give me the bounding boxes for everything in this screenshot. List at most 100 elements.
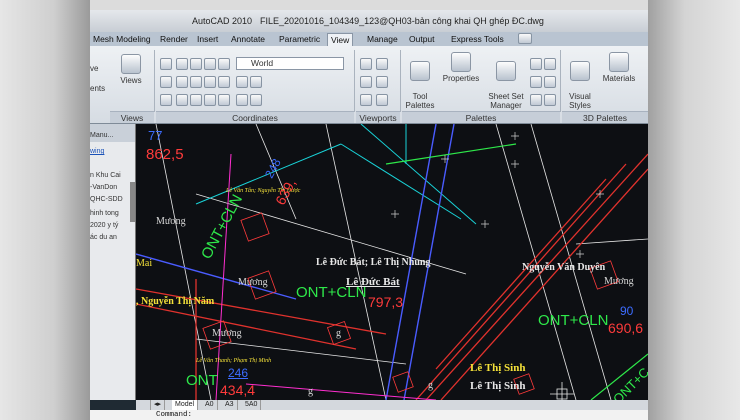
ucs-display-icon[interactable] [250, 94, 262, 106]
label-num-77: 77 [148, 128, 163, 143]
ucs-icon-toggle[interactable] [250, 76, 262, 88]
tab-parametric[interactable]: Parametric [276, 33, 323, 46]
monitor-bezel-top [0, 0, 740, 10]
cyan-line [360, 124, 477, 225]
label-g-3: g [428, 380, 433, 391]
ucs-3point-icon[interactable] [176, 76, 188, 88]
label-area-434: 434,4 [220, 382, 256, 398]
tab-annotate[interactable]: Annotate [228, 33, 268, 46]
land-code-label: ONT+CLN [296, 284, 367, 301]
design-center-icon[interactable] [530, 58, 542, 70]
road-line [136, 303, 357, 350]
ucs-world-select[interactable]: World [236, 57, 344, 70]
external-refs-icon[interactable] [544, 94, 556, 106]
ucs-icon-properties[interactable] [236, 76, 248, 88]
ucs-origin-icon[interactable] [160, 76, 172, 88]
sheet-set-manager-button[interactable]: Sheet Set Manager [486, 52, 526, 110]
layout-tab-a0[interactable]: A0 [202, 400, 218, 410]
owner-label-sinh-2: Lê Thị Sinh [470, 380, 526, 392]
parcel-line [575, 238, 648, 245]
layout-tab-nav-icon[interactable]: ◂▸ [150, 400, 166, 410]
palette-item[interactable]: ác du an [90, 234, 117, 241]
crosshair-cursor [550, 382, 574, 400]
ucs-settings-icon[interactable] [236, 94, 248, 106]
quickcalc-icon[interactable] [544, 76, 556, 88]
command-line-icon[interactable] [530, 94, 542, 106]
ribbon-stub-ve: ve [90, 64, 99, 73]
ucs-face-icon[interactable] [218, 76, 230, 88]
panel-viewports-label: Viewports [356, 111, 400, 123]
ucs-object-icon[interactable] [204, 76, 216, 88]
layout-tab-a3[interactable]: A3 [222, 400, 238, 410]
command-prompt: Command: [156, 411, 193, 419]
palette-item[interactable]: 2020 y tý [90, 222, 118, 229]
tab-output[interactable]: Output [406, 33, 438, 46]
materials-button[interactable]: Materials [598, 52, 640, 83]
viewport-convert-icon[interactable] [360, 94, 372, 106]
tab-manage[interactable]: Manage [364, 33, 401, 46]
tab-insert[interactable]: Insert [194, 33, 221, 46]
panel-views-label: Views [110, 111, 154, 123]
properties-button[interactable]: Properties [440, 52, 482, 83]
building-box [392, 371, 414, 393]
tool-palettes-button[interactable]: Tool Palettes [402, 52, 438, 110]
command-line[interactable]: Command: [90, 410, 648, 420]
ribbon-tabs: Mesh Modeling Render Insert Annotate Par… [90, 32, 648, 46]
ucs-z-icon[interactable] [204, 58, 216, 70]
drawing-canvas[interactable]: 77 862,5 Lê Văn Tân; Nguyễn Thị Được Mươ… [136, 124, 648, 400]
panel-coordinates-label: Coordinates [156, 111, 354, 123]
tab-render[interactable]: Render [157, 33, 191, 46]
palette-link[interactable]: wing [90, 148, 104, 155]
sheet-set-label: Sheet Set Manager [488, 92, 524, 110]
tool-palettes-label: Tool Palettes [405, 92, 435, 110]
viewport-rect-icon[interactable] [376, 94, 388, 106]
label-num-246: 246 [228, 366, 249, 380]
ucs-world-value: World [251, 58, 274, 68]
viewport-clip-icon[interactable] [376, 76, 388, 88]
ucs-prev-icon[interactable] [176, 94, 188, 106]
ribbon-separator [560, 50, 561, 112]
viewport-new-icon[interactable] [376, 58, 388, 70]
monitor-bezel-right [648, 0, 740, 420]
ucs-apply-icon[interactable] [190, 94, 202, 106]
ucs-x-icon[interactable] [176, 58, 188, 70]
layout-tab-5a0[interactable]: 5A0 [242, 400, 262, 410]
land-code-label: ONT+CLN [538, 312, 609, 329]
ucs-world-icon[interactable] [218, 58, 230, 70]
visual-styles-button[interactable]: Visual Styles [562, 52, 598, 110]
ribbon-toggle-icon[interactable] [518, 33, 532, 44]
palette-item[interactable]: hinh tong [90, 210, 119, 217]
left-palette: Manu... wing n Khu Cai -VanDon QHC-SDD h… [90, 124, 136, 400]
markup-icon[interactable] [544, 58, 556, 70]
ucs-named-icon[interactable] [160, 94, 172, 106]
ribbon-separator [400, 50, 401, 112]
palette-item[interactable]: -VanDon [90, 184, 117, 191]
layout-tabs: ◂▸ Model A0 A3 5A0 [136, 400, 648, 410]
dbconnect-icon[interactable] [530, 76, 542, 88]
ucs-y-icon[interactable] [190, 58, 202, 70]
tab-mesh-modeling[interactable]: Mesh Modeling [90, 33, 154, 46]
ucs-rotate-icon[interactable] [204, 94, 216, 106]
viewport-join-icon[interactable] [360, 76, 372, 88]
land-code-label: ONT [186, 372, 218, 389]
road-line [435, 178, 607, 370]
ucs-zaxis-icon[interactable] [218, 94, 230, 106]
magenta-line [245, 383, 437, 400]
palette-item[interactable]: Manu... [90, 132, 113, 139]
label-area-862: 862,5 [146, 146, 184, 163]
app-title: AutoCAD 2010 [192, 16, 253, 26]
ribbon-separator [354, 50, 355, 112]
layout-tab-model[interactable]: Model [172, 400, 199, 410]
viewport-named-icon[interactable] [360, 58, 372, 70]
tab-view[interactable]: View [327, 33, 354, 46]
ucs-icon[interactable] [160, 58, 172, 70]
palette-item[interactable]: n Khu Cai [90, 172, 121, 179]
palette-item[interactable]: QHC-SDD [90, 196, 123, 203]
ucs-view-icon[interactable] [190, 76, 202, 88]
owner-label-small: Lê Văn Thanh; Phạm Thị Minh [196, 358, 272, 364]
views-icon [121, 54, 141, 74]
tab-express-tools[interactable]: Express Tools [448, 33, 507, 46]
blue-line [136, 253, 297, 300]
palette-scrollbar[interactable] [130, 182, 135, 222]
views-button[interactable]: Views [116, 54, 146, 85]
